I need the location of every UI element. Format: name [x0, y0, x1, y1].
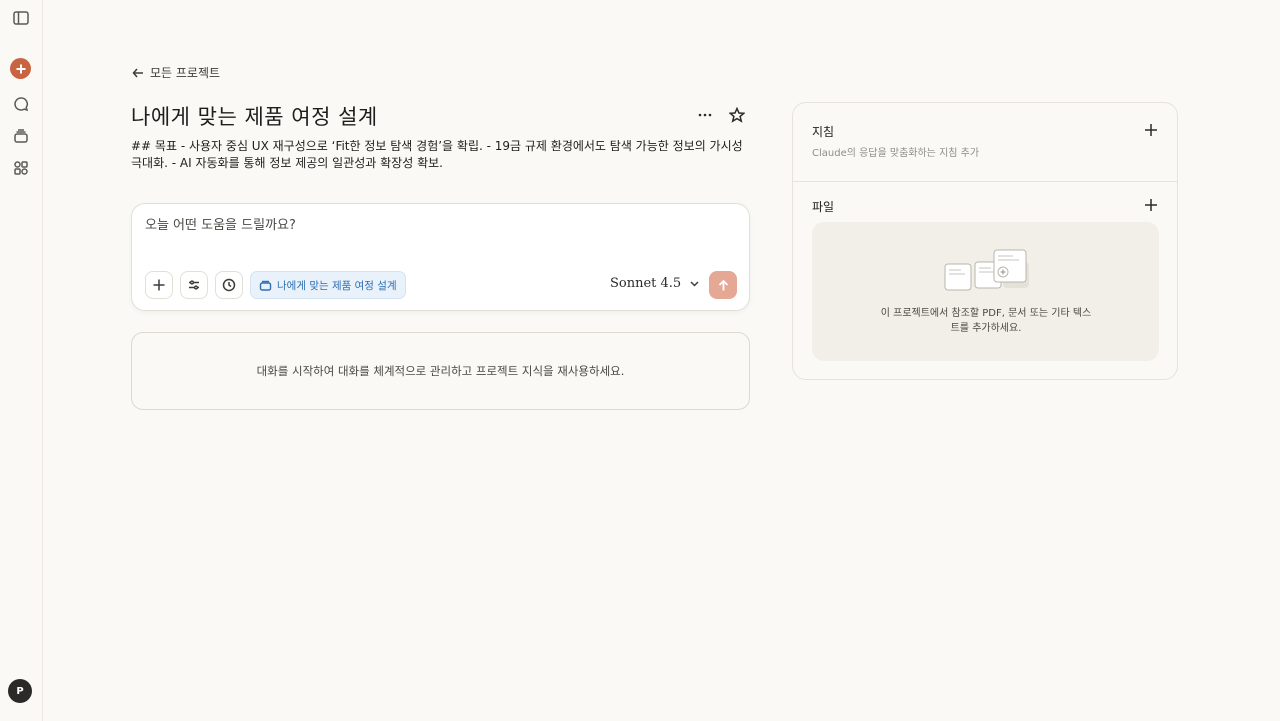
sidebar-icon — [13, 11, 29, 25]
add-instructions-button[interactable] — [1143, 122, 1159, 138]
new-chat-button[interactable] — [10, 58, 31, 79]
instructions-subtitle: Claude의 응답을 맞춤화하는 지침 추가 — [812, 148, 980, 159]
arrow-left-icon — [132, 68, 143, 77]
files-empty-line-1: 이 프로젝트에서 참조할 PDF, 문서 또는 기타 텍스 — [880, 308, 1092, 319]
title-actions — [694, 104, 748, 126]
back-to-projects-link[interactable]: 모든 프로젝트 — [132, 64, 220, 81]
tools-button[interactable] — [180, 271, 208, 299]
history-button[interactable] — [215, 271, 243, 299]
panel-divider — [793, 181, 1177, 182]
empty-state-text: 대화를 시작하여 대화를 체계적으로 관리하고 프로젝트 지식을 재사용하세요. — [256, 364, 625, 378]
plus-icon — [16, 64, 25, 73]
star-button[interactable] — [726, 104, 748, 126]
projects-button[interactable] — [8, 123, 34, 149]
artifacts-button[interactable] — [8, 155, 34, 181]
project-description: ## 목표 - 사용자 중심 UX 재구성으로 ‘Fit한 정보 탐색 경험’을… — [131, 139, 743, 170]
files-empty-text: 이 프로젝트에서 참조할 PDF, 문서 또는 기타 텍스 트를 추가하세요. — [876, 306, 1096, 336]
plus-icon — [153, 279, 165, 291]
chats-button[interactable] — [8, 91, 34, 117]
project-title: 나에게 맞는 제품 여정 설계 — [131, 105, 378, 129]
empty-conversations-box: 대화를 시작하여 대화를 체계적으로 관리하고 프로젝트 지식을 재사용하세요. — [131, 332, 750, 410]
message-composer: 나에게 맞는 제품 여정 설계 Sonnet 4.5 — [131, 203, 750, 311]
send-button[interactable] — [709, 271, 737, 299]
project-chip-label: 나에게 맞는 제품 여정 설계 — [277, 279, 397, 292]
left-rail: P — [0, 0, 43, 721]
message-input[interactable] — [145, 218, 735, 233]
model-selector[interactable]: Sonnet 4.5 — [610, 276, 700, 291]
back-label: 모든 프로젝트 — [150, 66, 221, 80]
folder-icon — [259, 280, 272, 291]
model-label: Sonnet 4.5 — [610, 276, 682, 291]
files-title: 파일 — [812, 200, 835, 214]
ellipsis-icon — [698, 113, 712, 117]
arrow-up-icon — [718, 279, 728, 290]
chat-bubble-icon — [14, 97, 29, 112]
project-knowledge-panel: 지침 Claude의 응답을 맞춤화하는 지침 추가 파일 이 프로젝트에서 참… — [792, 102, 1178, 380]
sidebar-toggle-button[interactable] — [8, 5, 34, 31]
files-drop-zone[interactable]: 이 프로젝트에서 참조할 PDF, 문서 또는 기타 텍스 트를 추가하세요. — [812, 222, 1159, 361]
user-avatar[interactable]: P — [8, 679, 32, 703]
sliders-icon — [189, 280, 199, 290]
folder-stack-icon — [14, 129, 28, 143]
add-attachment-button[interactable] — [145, 271, 173, 299]
plus-icon — [1145, 199, 1157, 211]
star-icon — [729, 107, 745, 123]
files-empty-line-2: 트를 추가하세요. — [950, 323, 1022, 334]
plus-icon — [1145, 124, 1157, 136]
instructions-title: 지침 — [812, 125, 835, 139]
add-files-button[interactable] — [1143, 197, 1159, 213]
shapes-icon — [14, 161, 28, 175]
project-chip[interactable]: 나에게 맞는 제품 여정 설계 — [250, 271, 406, 299]
documents-illustration-icon — [944, 249, 1029, 291]
chevron-down-icon — [690, 281, 699, 287]
clock-icon — [222, 278, 236, 292]
more-options-button[interactable] — [694, 104, 716, 126]
